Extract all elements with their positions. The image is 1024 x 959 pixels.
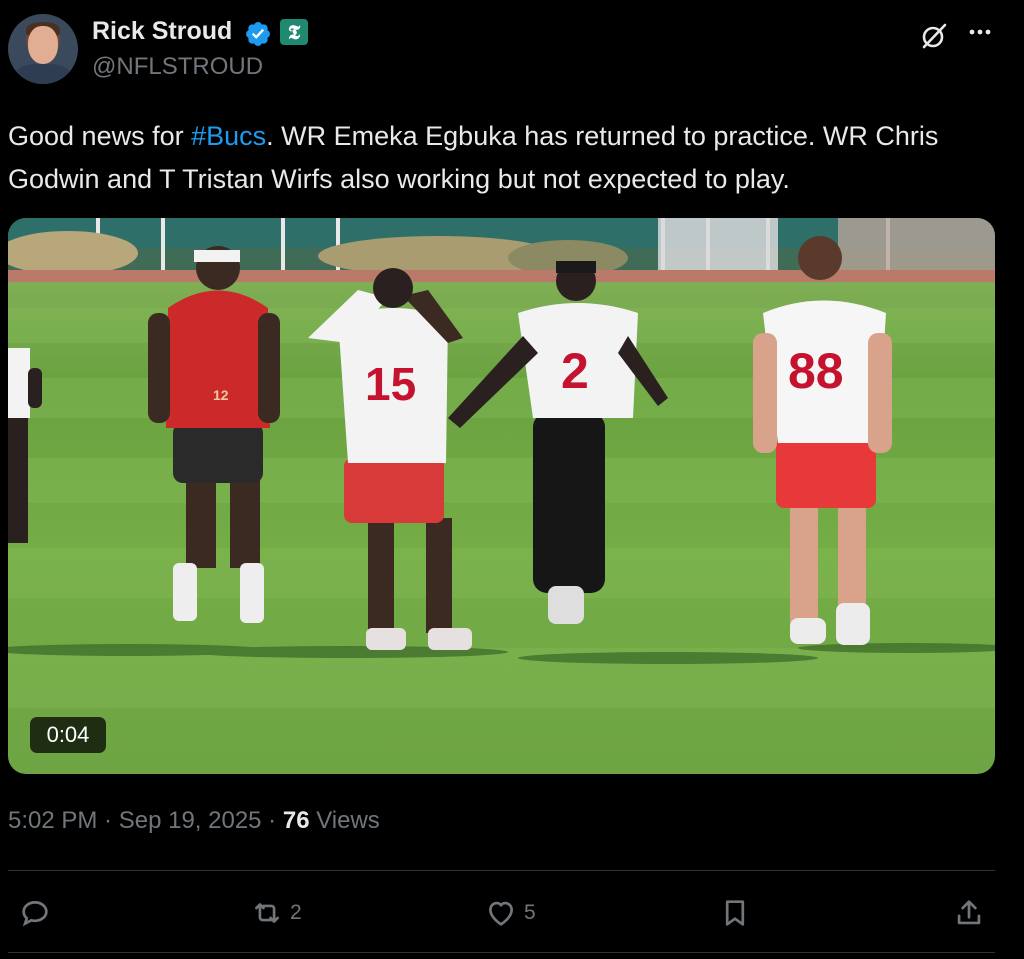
tweet-text: Good news for #Bucs. WR Emeka Egbuka has… <box>8 115 1008 201</box>
jersey-number: 88 <box>788 343 844 399</box>
author-avatar[interactable] <box>8 14 78 84</box>
verified-badge-icon[interactable] <box>244 20 272 48</box>
retweet-count: 2 <box>290 901 302 924</box>
video-player[interactable]: 12 15 2 88 <box>8 218 995 774</box>
bookmark-icon <box>725 900 745 926</box>
meta-separator: · <box>97 807 119 834</box>
jersey-number: 15 <box>365 358 416 410</box>
jersey-number: 2 <box>561 343 589 399</box>
heart-icon <box>489 901 513 926</box>
reply-button[interactable] <box>18 893 58 933</box>
tweet-date[interactable]: Sep 19, 2025 <box>119 807 262 834</box>
author-name[interactable]: Rick Stroud <box>92 17 232 46</box>
views-label: Views <box>309 807 380 834</box>
views-count[interactable]: 76 <box>283 807 310 834</box>
like-button[interactable]: 5 <box>484 893 536 933</box>
avatar-shirt <box>14 64 72 84</box>
video-frame: 12 15 2 88 <box>8 218 995 708</box>
author-handle[interactable]: @NFLSTROUD <box>92 53 263 81</box>
bookmark-button[interactable] <box>718 893 752 933</box>
like-count: 5 <box>524 901 536 924</box>
player-partial-left <box>8 348 42 543</box>
share-button[interactable] <box>952 893 986 933</box>
tweet-text-before: Good news for <box>8 121 192 151</box>
tweet-time[interactable]: 5:02 PM <box>8 807 97 834</box>
tweet-meta: 5:02 PM · Sep 19, 2025 · 76 Views <box>8 807 380 835</box>
grok-icon[interactable] <box>918 20 950 52</box>
affiliate-badge[interactable]: 𝕿 <box>280 19 308 45</box>
retweet-icon <box>255 903 279 923</box>
more-options-icon[interactable] <box>964 18 996 50</box>
hashtag-link[interactable]: #Bucs <box>191 121 266 151</box>
video-duration-badge: 0:04 <box>30 717 106 753</box>
avatar-face <box>28 26 58 64</box>
jersey-number: 12 <box>213 387 229 403</box>
divider-bottom <box>8 952 995 953</box>
meta-separator: · <box>261 807 283 834</box>
divider <box>8 870 995 871</box>
reply-icon <box>22 901 48 927</box>
share-icon <box>957 900 981 925</box>
retweet-button[interactable]: 2 <box>250 893 302 933</box>
